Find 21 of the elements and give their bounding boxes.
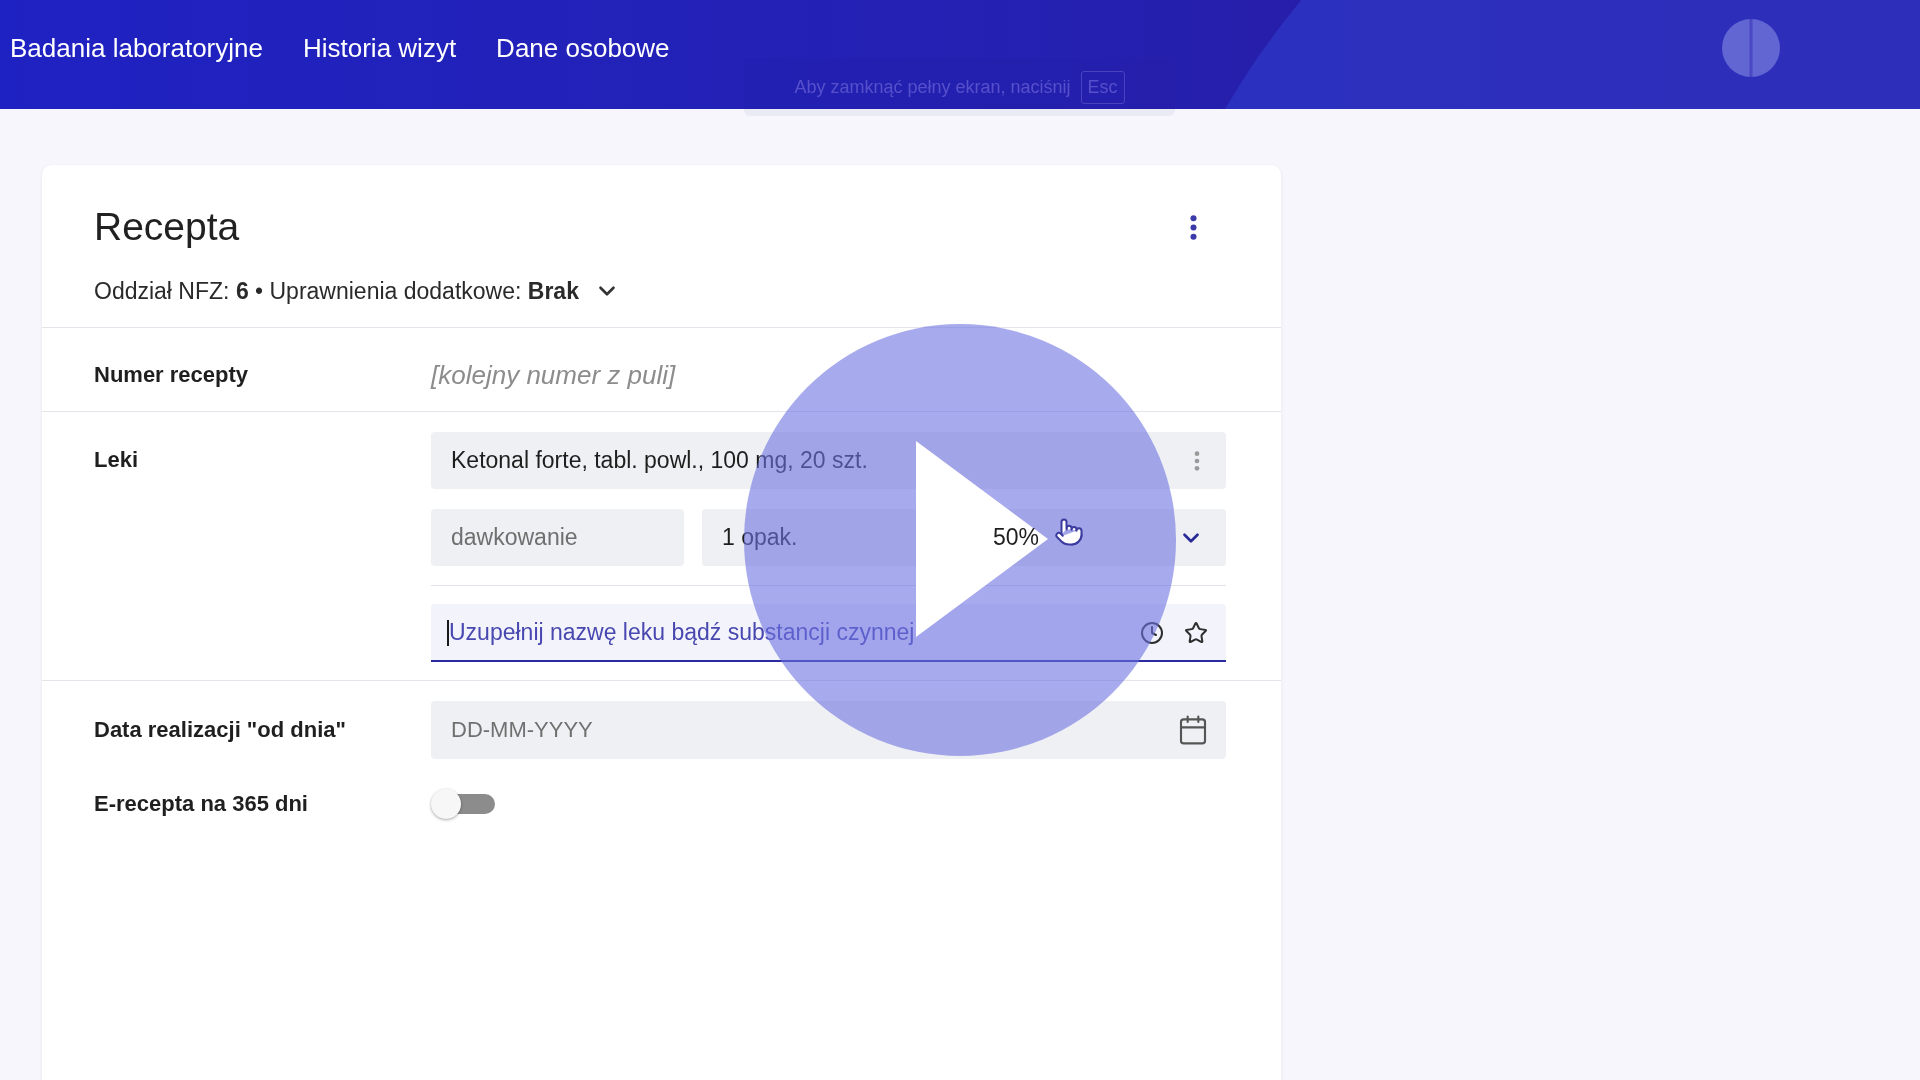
star-icon[interactable] xyxy=(1184,621,1208,645)
kebab-menu-icon[interactable] xyxy=(1190,213,1197,241)
field-label: Leki xyxy=(94,447,139,472)
dosage-field[interactable]: dawkowanie xyxy=(431,509,684,566)
prescription-details: Oddział NFZ: 6 • Uprawnienia dodatkowe: Brak xyxy=(94,277,579,306)
field-label: Data realizacji "od dnia" xyxy=(94,717,346,742)
hand-cursor-icon xyxy=(1054,517,1084,547)
nav-link[interactable]: Dane osobowe xyxy=(496,28,670,68)
medicine-name: Ketonal forte, tabl. powl., 100 mg, 20 szt. xyxy=(451,446,868,476)
text-cursor-icon xyxy=(447,620,449,646)
date-field[interactable]: DD-MM-YYYY xyxy=(431,701,1226,759)
clock-icon[interactable] xyxy=(1140,621,1164,645)
nav-link[interactable]: Badania laboratoryjne xyxy=(10,28,263,68)
calendar-icon[interactable] xyxy=(1177,714,1209,746)
medicine-field[interactable]: Ketonal forte, tabl. powl., 100 mg, 20 szt. xyxy=(431,432,1226,489)
card-title: Recepta xyxy=(94,204,240,250)
field-label: E-recepta na 365 dni xyxy=(94,790,308,816)
toggle-switch[interactable] xyxy=(431,789,495,819)
prescription-number-value: [kolejny numer z puli] xyxy=(431,361,676,389)
nav-link[interactable]: Historia wizyt xyxy=(302,28,457,68)
field-label: Numer recepty xyxy=(94,361,249,387)
